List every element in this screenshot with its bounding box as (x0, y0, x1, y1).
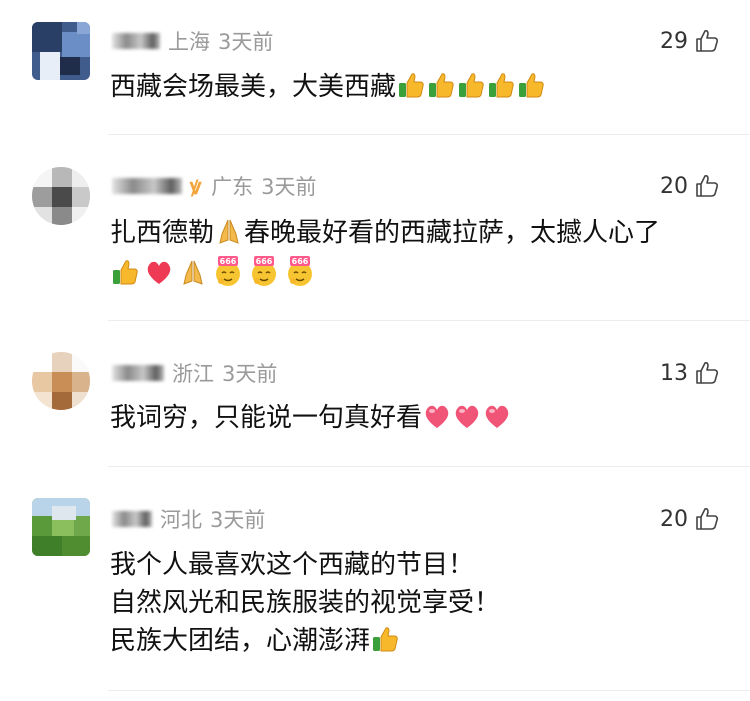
location-label: 上海 (168, 30, 210, 54)
divider (108, 690, 750, 691)
thumbs-up-emoji (456, 70, 486, 100)
avatar[interactable] (32, 22, 90, 80)
location-label: 河北 (160, 508, 202, 532)
like-count: 20 (660, 506, 688, 532)
comment-text-content: 西藏会场最美，大美西藏 (110, 72, 397, 102)
red-heart-emoji (144, 257, 174, 287)
comment-line: 民族大团结，心潮澎湃 (110, 626, 371, 656)
comment-line: 自然风光和民族服装的视觉享受！ (110, 588, 501, 618)
time-label: 3天前 (210, 508, 266, 532)
thumbs-up-outline-icon (694, 360, 720, 386)
thumbs-up-emoji (110, 257, 140, 287)
comment-text: 西藏会场最美，大美西藏 (110, 68, 546, 106)
vip-badge-icon: ꝟ (190, 175, 202, 200)
comment-text: 扎西德勒 春晚最好看的西藏拉萨，太撼人心了 (110, 214, 660, 252)
location-label: 浙江 (172, 362, 214, 386)
emoji-row (110, 256, 316, 288)
username-blurred[interactable] (112, 511, 152, 527)
username-blurred[interactable] (112, 178, 182, 194)
comment-meta: 浙江 3天前 (112, 358, 277, 388)
divider (108, 466, 750, 467)
like-button[interactable]: 20 (660, 171, 720, 201)
comment-text-part1: 扎西德勒 (110, 218, 215, 248)
praying-hands-emoji (214, 216, 244, 246)
like-count: 13 (660, 360, 688, 386)
thumbs-up-outline-icon (694, 506, 720, 532)
thumbs-up-outline-icon (694, 28, 720, 54)
thumbs-up-emoji (516, 70, 546, 100)
avatar[interactable] (32, 352, 90, 410)
pink-heart-emoji (452, 401, 482, 431)
avatar[interactable] (32, 167, 90, 225)
like-button[interactable]: 29 (660, 26, 720, 56)
thumbs-up-outline-icon (694, 173, 720, 199)
comment-text: 我词穷，只能说一句真好看 (110, 399, 512, 437)
comment-line: 我个人最喜欢这个西藏的节目！ (110, 550, 475, 580)
divider (108, 320, 750, 321)
praying-hands-emoji (178, 257, 208, 287)
like-count: 29 (660, 28, 688, 54)
like-count: 20 (660, 173, 688, 199)
thumbs-up-emoji (396, 70, 426, 100)
avatar[interactable] (32, 498, 90, 556)
time-label: 3天前 (222, 362, 278, 386)
comment-meta: 上海 3天前 (112, 26, 273, 56)
666-emoji (284, 256, 316, 288)
comment-line-with-emoji: 民族大团结，心潮澎湃 (110, 622, 500, 660)
thumbs-up-emoji (370, 624, 400, 654)
username-blurred[interactable] (112, 365, 164, 381)
thumbs-up-emoji (426, 70, 456, 100)
comment-text: 我个人最喜欢这个西藏的节目！ 自然风光和民族服装的视觉享受！ 民族大团结，心潮澎… (110, 546, 500, 660)
pink-heart-emoji (422, 401, 452, 431)
comment-meta: ꝟ 广东 3天前 (112, 171, 316, 201)
comment-text-content: 我词穷，只能说一句真好看 (110, 403, 423, 433)
666-emoji (248, 256, 280, 288)
divider (108, 134, 750, 135)
username-blurred[interactable] (112, 33, 160, 49)
thumbs-up-emoji (486, 70, 516, 100)
like-button[interactable]: 20 (660, 504, 720, 534)
location-label: 广东 (211, 175, 254, 199)
pink-heart-emoji (482, 401, 512, 431)
comment-meta: 河北 3天前 (112, 504, 265, 534)
time-label: 3天前 (261, 175, 317, 199)
like-button[interactable]: 13 (660, 358, 720, 388)
666-emoji (212, 256, 244, 288)
comment-text-part2: 春晚最好看的西藏拉萨，太撼人心了 (244, 218, 661, 248)
time-label: 3天前 (218, 30, 274, 54)
